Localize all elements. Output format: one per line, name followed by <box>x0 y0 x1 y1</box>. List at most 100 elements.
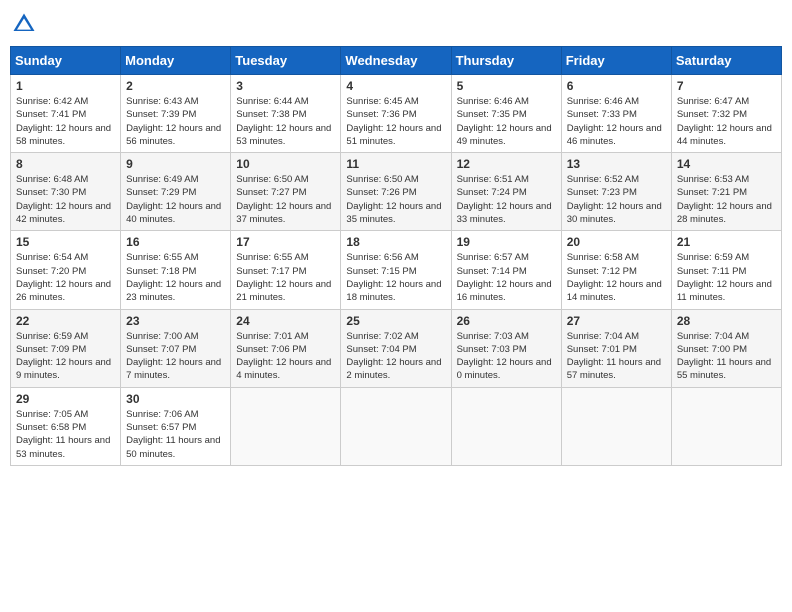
day-info: Sunrise: 6:48 AM Sunset: 7:30 PM Dayligh… <box>16 173 115 226</box>
calendar-day-cell: 11 Sunrise: 6:50 AM Sunset: 7:26 PM Dayl… <box>341 153 451 231</box>
day-info: Sunrise: 6:57 AM Sunset: 7:14 PM Dayligh… <box>457 251 556 304</box>
calendar-day-cell: 3 Sunrise: 6:44 AM Sunset: 7:38 PM Dayli… <box>231 75 341 153</box>
calendar-day-cell: 18 Sunrise: 6:56 AM Sunset: 7:15 PM Dayl… <box>341 231 451 309</box>
day-info: Sunrise: 6:54 AM Sunset: 7:20 PM Dayligh… <box>16 251 115 304</box>
day-info: Sunrise: 6:50 AM Sunset: 7:27 PM Dayligh… <box>236 173 335 226</box>
calendar-day-cell <box>451 387 561 465</box>
calendar-week-row: 8 Sunrise: 6:48 AM Sunset: 7:30 PM Dayli… <box>11 153 782 231</box>
calendar-day-cell: 8 Sunrise: 6:48 AM Sunset: 7:30 PM Dayli… <box>11 153 121 231</box>
weekday-header: Monday <box>121 47 231 75</box>
calendar-day-cell: 13 Sunrise: 6:52 AM Sunset: 7:23 PM Dayl… <box>561 153 671 231</box>
day-info: Sunrise: 6:45 AM Sunset: 7:36 PM Dayligh… <box>346 95 445 148</box>
day-number: 28 <box>677 314 776 328</box>
weekday-header: Tuesday <box>231 47 341 75</box>
calendar-table: SundayMondayTuesdayWednesdayThursdayFrid… <box>10 46 782 466</box>
day-info: Sunrise: 6:42 AM Sunset: 7:41 PM Dayligh… <box>16 95 115 148</box>
day-info: Sunrise: 7:04 AM Sunset: 7:01 PM Dayligh… <box>567 330 666 383</box>
day-number: 2 <box>126 79 225 93</box>
day-info: Sunrise: 6:55 AM Sunset: 7:18 PM Dayligh… <box>126 251 225 304</box>
day-number: 10 <box>236 157 335 171</box>
calendar-day-cell <box>671 387 781 465</box>
day-number: 24 <box>236 314 335 328</box>
day-number: 17 <box>236 235 335 249</box>
weekday-header: Sunday <box>11 47 121 75</box>
calendar-day-cell: 28 Sunrise: 7:04 AM Sunset: 7:00 PM Dayl… <box>671 309 781 387</box>
day-number: 13 <box>567 157 666 171</box>
calendar-week-row: 29 Sunrise: 7:05 AM Sunset: 6:58 PM Dayl… <box>11 387 782 465</box>
calendar-day-cell: 19 Sunrise: 6:57 AM Sunset: 7:14 PM Dayl… <box>451 231 561 309</box>
day-number: 14 <box>677 157 776 171</box>
day-info: Sunrise: 6:50 AM Sunset: 7:26 PM Dayligh… <box>346 173 445 226</box>
day-info: Sunrise: 6:59 AM Sunset: 7:11 PM Dayligh… <box>677 251 776 304</box>
logo-icon <box>10 10 38 38</box>
weekday-header-row: SundayMondayTuesdayWednesdayThursdayFrid… <box>11 47 782 75</box>
calendar-week-row: 22 Sunrise: 6:59 AM Sunset: 7:09 PM Dayl… <box>11 309 782 387</box>
day-info: Sunrise: 6:55 AM Sunset: 7:17 PM Dayligh… <box>236 251 335 304</box>
calendar-day-cell: 10 Sunrise: 6:50 AM Sunset: 7:27 PM Dayl… <box>231 153 341 231</box>
calendar-day-cell: 20 Sunrise: 6:58 AM Sunset: 7:12 PM Dayl… <box>561 231 671 309</box>
day-info: Sunrise: 6:58 AM Sunset: 7:12 PM Dayligh… <box>567 251 666 304</box>
day-number: 20 <box>567 235 666 249</box>
day-info: Sunrise: 6:47 AM Sunset: 7:32 PM Dayligh… <box>677 95 776 148</box>
day-info: Sunrise: 7:00 AM Sunset: 7:07 PM Dayligh… <box>126 330 225 383</box>
day-info: Sunrise: 6:56 AM Sunset: 7:15 PM Dayligh… <box>346 251 445 304</box>
calendar-day-cell: 15 Sunrise: 6:54 AM Sunset: 7:20 PM Dayl… <box>11 231 121 309</box>
day-info: Sunrise: 6:44 AM Sunset: 7:38 PM Dayligh… <box>236 95 335 148</box>
calendar-body: 1 Sunrise: 6:42 AM Sunset: 7:41 PM Dayli… <box>11 75 782 466</box>
day-number: 3 <box>236 79 335 93</box>
day-number: 30 <box>126 392 225 406</box>
day-number: 4 <box>346 79 445 93</box>
weekday-header: Thursday <box>451 47 561 75</box>
calendar-day-cell: 9 Sunrise: 6:49 AM Sunset: 7:29 PM Dayli… <box>121 153 231 231</box>
day-number: 26 <box>457 314 556 328</box>
day-number: 25 <box>346 314 445 328</box>
calendar-day-cell: 2 Sunrise: 6:43 AM Sunset: 7:39 PM Dayli… <box>121 75 231 153</box>
calendar-day-cell: 16 Sunrise: 6:55 AM Sunset: 7:18 PM Dayl… <box>121 231 231 309</box>
calendar-day-cell: 22 Sunrise: 6:59 AM Sunset: 7:09 PM Dayl… <box>11 309 121 387</box>
page-header <box>10 10 782 38</box>
day-info: Sunrise: 6:53 AM Sunset: 7:21 PM Dayligh… <box>677 173 776 226</box>
calendar-day-cell: 26 Sunrise: 7:03 AM Sunset: 7:03 PM Dayl… <box>451 309 561 387</box>
day-info: Sunrise: 7:04 AM Sunset: 7:00 PM Dayligh… <box>677 330 776 383</box>
calendar-day-cell <box>231 387 341 465</box>
day-number: 5 <box>457 79 556 93</box>
day-number: 15 <box>16 235 115 249</box>
day-info: Sunrise: 6:51 AM Sunset: 7:24 PM Dayligh… <box>457 173 556 226</box>
day-number: 16 <box>126 235 225 249</box>
day-number: 1 <box>16 79 115 93</box>
calendar-day-cell: 17 Sunrise: 6:55 AM Sunset: 7:17 PM Dayl… <box>231 231 341 309</box>
weekday-header: Friday <box>561 47 671 75</box>
day-info: Sunrise: 6:59 AM Sunset: 7:09 PM Dayligh… <box>16 330 115 383</box>
day-number: 19 <box>457 235 556 249</box>
calendar-day-cell: 5 Sunrise: 6:46 AM Sunset: 7:35 PM Dayli… <box>451 75 561 153</box>
calendar-day-cell: 23 Sunrise: 7:00 AM Sunset: 7:07 PM Dayl… <box>121 309 231 387</box>
calendar-day-cell: 21 Sunrise: 6:59 AM Sunset: 7:11 PM Dayl… <box>671 231 781 309</box>
day-number: 27 <box>567 314 666 328</box>
day-info: Sunrise: 6:49 AM Sunset: 7:29 PM Dayligh… <box>126 173 225 226</box>
calendar-week-row: 15 Sunrise: 6:54 AM Sunset: 7:20 PM Dayl… <box>11 231 782 309</box>
calendar-week-row: 1 Sunrise: 6:42 AM Sunset: 7:41 PM Dayli… <box>11 75 782 153</box>
calendar-day-cell: 25 Sunrise: 7:02 AM Sunset: 7:04 PM Dayl… <box>341 309 451 387</box>
calendar-day-cell: 29 Sunrise: 7:05 AM Sunset: 6:58 PM Dayl… <box>11 387 121 465</box>
logo <box>10 10 42 38</box>
day-number: 11 <box>346 157 445 171</box>
day-info: Sunrise: 6:46 AM Sunset: 7:33 PM Dayligh… <box>567 95 666 148</box>
day-number: 6 <box>567 79 666 93</box>
calendar-day-cell: 27 Sunrise: 7:04 AM Sunset: 7:01 PM Dayl… <box>561 309 671 387</box>
weekday-header: Wednesday <box>341 47 451 75</box>
day-info: Sunrise: 6:52 AM Sunset: 7:23 PM Dayligh… <box>567 173 666 226</box>
day-number: 9 <box>126 157 225 171</box>
day-number: 22 <box>16 314 115 328</box>
day-info: Sunrise: 7:03 AM Sunset: 7:03 PM Dayligh… <box>457 330 556 383</box>
calendar-day-cell <box>341 387 451 465</box>
day-number: 12 <box>457 157 556 171</box>
calendar-day-cell: 6 Sunrise: 6:46 AM Sunset: 7:33 PM Dayli… <box>561 75 671 153</box>
day-number: 29 <box>16 392 115 406</box>
calendar-header: SundayMondayTuesdayWednesdayThursdayFrid… <box>11 47 782 75</box>
calendar-day-cell <box>561 387 671 465</box>
day-info: Sunrise: 6:43 AM Sunset: 7:39 PM Dayligh… <box>126 95 225 148</box>
weekday-header: Saturday <box>671 47 781 75</box>
day-info: Sunrise: 7:02 AM Sunset: 7:04 PM Dayligh… <box>346 330 445 383</box>
day-info: Sunrise: 7:05 AM Sunset: 6:58 PM Dayligh… <box>16 408 115 461</box>
day-number: 8 <box>16 157 115 171</box>
